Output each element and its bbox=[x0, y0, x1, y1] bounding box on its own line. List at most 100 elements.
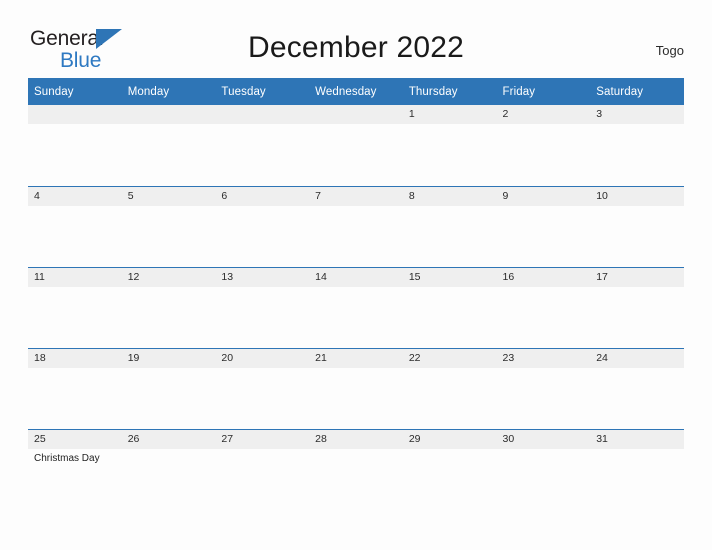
day-cell-inner: 19 bbox=[121, 348, 216, 368]
calendar-grid: Sunday Monday Tuesday Wednesday Thursday Frid… bbox=[28, 78, 684, 510]
region-label: Togo bbox=[655, 43, 684, 58]
calendar-day-cell[interactable]: 15 bbox=[402, 266, 497, 348]
calendar-day-cell[interactable]: 14 bbox=[309, 266, 403, 348]
day-number: 12 bbox=[121, 267, 216, 287]
day-cell-inner: 15 bbox=[402, 267, 497, 287]
day-cell-inner: 26 bbox=[121, 429, 216, 449]
calendar-day-cell[interactable]: 19 bbox=[121, 347, 216, 429]
calendar-day-cell[interactable]: 10 bbox=[590, 185, 684, 267]
day-number: 7 bbox=[309, 186, 403, 206]
day-cell-inner: 14 bbox=[309, 267, 403, 287]
calendar-day-cell[interactable]: 12 bbox=[121, 266, 216, 348]
calendar-empty-cell bbox=[215, 105, 310, 186]
calendar-day-cell[interactable]: 9 bbox=[496, 185, 591, 267]
day-cell-inner: 4 bbox=[28, 186, 122, 206]
day-cell-inner: 31 bbox=[590, 429, 684, 449]
weekday-header-monday: Monday bbox=[121, 78, 216, 105]
calendar-day-cell[interactable]: 27 bbox=[215, 428, 310, 510]
day-number bbox=[215, 105, 310, 124]
calendar-day-cell[interactable]: 5 bbox=[121, 185, 216, 267]
day-number: 8 bbox=[402, 186, 497, 206]
day-number: 20 bbox=[215, 348, 310, 368]
day-cell-inner: 17 bbox=[590, 267, 684, 287]
day-number bbox=[121, 105, 216, 124]
calendar-empty-cell bbox=[121, 105, 216, 186]
day-number: 29 bbox=[402, 429, 497, 449]
day-number: 16 bbox=[496, 267, 591, 287]
day-number: 9 bbox=[496, 186, 591, 206]
day-events: Christmas Day bbox=[28, 449, 122, 465]
calendar-header-row: Sunday Monday Tuesday Wednesday Thursday Frid… bbox=[28, 78, 684, 105]
day-number: 21 bbox=[309, 348, 403, 368]
calendar-day-cell[interactable]: 28 bbox=[309, 428, 403, 510]
day-cell-inner: 18 bbox=[28, 348, 122, 368]
calendar-day-cell[interactable]: 1 bbox=[402, 105, 497, 186]
day-cell-inner: 5 bbox=[121, 186, 216, 206]
calendar-week-row: 123 bbox=[28, 105, 684, 186]
day-number: 14 bbox=[309, 267, 403, 287]
day-cell-inner: 3 bbox=[590, 105, 684, 124]
day-cell-inner: 23 bbox=[496, 348, 591, 368]
day-cell-inner: 7 bbox=[309, 186, 403, 206]
day-number: 28 bbox=[309, 429, 403, 449]
weekday-header-friday: Friday bbox=[496, 78, 591, 105]
day-cell-inner: 20 bbox=[215, 348, 310, 368]
day-cell-inner: 27 bbox=[215, 429, 310, 449]
day-cell-inner: 24 bbox=[590, 348, 684, 368]
calendar-day-cell[interactable]: 3 bbox=[590, 105, 684, 186]
day-cell-inner: 11 bbox=[28, 267, 122, 287]
weekday-header-thursday: Thursday bbox=[402, 78, 497, 105]
day-cell-inner: 30 bbox=[496, 429, 591, 449]
day-number: 31 bbox=[590, 429, 684, 449]
calendar-day-cell[interactable]: 6 bbox=[215, 185, 310, 267]
day-number: 30 bbox=[496, 429, 591, 449]
page-header: General Blue December 2022 Togo bbox=[0, 0, 712, 72]
page-title: December 2022 bbox=[247, 31, 465, 64]
day-cell-inner bbox=[121, 105, 216, 124]
calendar-day-cell[interactable]: 30 bbox=[496, 428, 591, 510]
calendar-day-cell[interactable]: 16 bbox=[496, 266, 591, 348]
day-cell-inner: 16 bbox=[496, 267, 591, 287]
calendar-day-cell[interactable]: 21 bbox=[309, 347, 403, 429]
day-number: 18 bbox=[28, 348, 122, 368]
day-number bbox=[28, 105, 122, 124]
calendar-day-cell[interactable]: 29 bbox=[402, 428, 497, 510]
day-number: 25 bbox=[28, 429, 122, 449]
calendar-day-cell[interactable]: 22 bbox=[402, 347, 497, 429]
calendar-day-cell[interactable]: 11 bbox=[28, 266, 122, 348]
day-number: 6 bbox=[215, 186, 310, 206]
day-number: 15 bbox=[402, 267, 497, 287]
day-number: 13 bbox=[215, 267, 310, 287]
calendar-day-cell[interactable]: 20 bbox=[215, 347, 310, 429]
calendar-empty-cell bbox=[309, 105, 403, 186]
day-number: 19 bbox=[121, 348, 216, 368]
calendar-week-row: 25 Christmas Day 26 27 28 29 30 31 bbox=[28, 428, 684, 510]
weekday-header-tuesday: Tuesday bbox=[215, 78, 310, 105]
weekday-header-sunday: Sunday bbox=[28, 78, 122, 105]
calendar-day-cell[interactable]: 8 bbox=[402, 185, 497, 267]
day-number: 17 bbox=[590, 267, 684, 287]
calendar-day-cell[interactable]: 31 bbox=[590, 428, 684, 510]
calendar-day-cell[interactable]: 26 bbox=[121, 428, 216, 510]
calendar-week-row: 18 19 20 21 22 23 24 bbox=[28, 347, 684, 429]
calendar-day-cell[interactable]: 18 bbox=[28, 347, 122, 429]
calendar-day-cell[interactable]: 7 bbox=[309, 185, 403, 267]
calendar-day-cell[interactable]: 23 bbox=[496, 347, 591, 429]
day-number: 27 bbox=[215, 429, 310, 449]
day-cell-inner: 21 bbox=[309, 348, 403, 368]
calendar-day-cell[interactable]: 2 bbox=[496, 105, 591, 186]
calendar-week-row: 4 5 6 7 8 9 10 bbox=[28, 185, 684, 267]
day-number: 1 bbox=[402, 105, 497, 124]
weekday-header-saturday: Saturday bbox=[590, 78, 684, 105]
calendar-week-row: 11 12 13 14 15 16 17 bbox=[28, 266, 684, 348]
calendar-day-cell[interactable]: 24 bbox=[590, 347, 684, 429]
calendar-day-cell[interactable]: 13 bbox=[215, 266, 310, 348]
calendar-day-cell[interactable]: 17 bbox=[590, 266, 684, 348]
day-cell-inner: 1 bbox=[402, 105, 497, 124]
calendar-day-cell[interactable]: 25 Christmas Day bbox=[28, 428, 122, 510]
day-cell-inner: 25 Christmas Day bbox=[28, 429, 122, 465]
day-cell-inner: 8 bbox=[402, 186, 497, 206]
day-number: 23 bbox=[496, 348, 591, 368]
calendar-day-cell[interactable]: 4 bbox=[28, 185, 122, 267]
calendar-body: 1 2 3 4 5 6 7 8 9 10 11 12 13 14 15 16 17 18 19 20 21 22 23 24 2… bbox=[28, 105, 684, 510]
